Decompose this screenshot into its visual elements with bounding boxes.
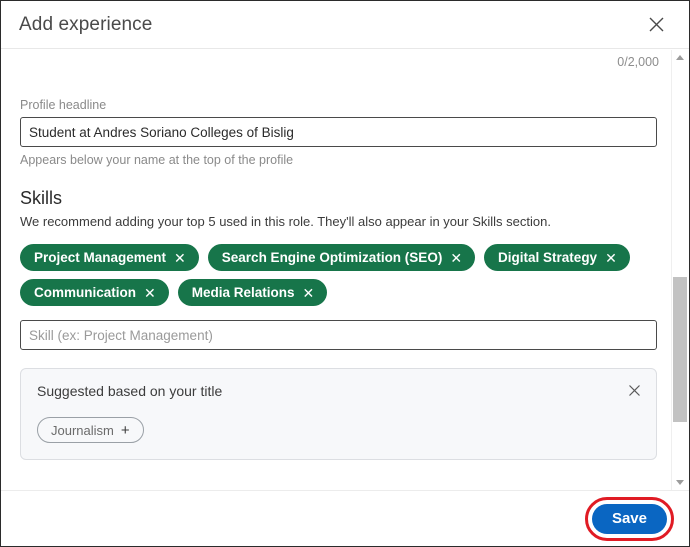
character-counter: 0/2,000 [617, 55, 659, 69]
vertical-scrollbar[interactable] [671, 50, 688, 490]
remove-skill-icon[interactable]: ✕ [174, 251, 186, 265]
skill-pill[interactable]: Media Relations ✕ [177, 279, 328, 306]
page-title: Add experience [19, 13, 153, 35]
skill-pill-label: Communication [34, 285, 137, 300]
skill-pill-label: Digital Strategy [498, 250, 598, 265]
close-icon[interactable] [643, 12, 669, 38]
skills-section: Skills We recommend adding your top 5 us… [20, 188, 657, 350]
skill-pill[interactable]: Digital Strategy ✕ [484, 244, 630, 271]
suggested-chip-list: Journalism + [37, 401, 642, 443]
add-skill-icon[interactable]: + [121, 423, 130, 438]
save-button-wrapper: Save [584, 496, 674, 541]
suggested-skills-panel: Suggested based on your title Journalism… [20, 368, 657, 460]
skills-description: We recommend adding your top 5 used in t… [20, 214, 551, 229]
dialog-footer: Save [1, 490, 689, 546]
dialog-header: Add experience [1, 1, 689, 49]
profile-headline-hint: Appears below your name at the top of th… [20, 153, 294, 167]
skill-pill-label: Search Engine Optimization (SEO) [221, 250, 443, 265]
remove-skill-icon[interactable]: ✕ [144, 286, 156, 300]
chevron-up-icon[interactable] [672, 50, 688, 65]
add-experience-dialog: Add experience 0/2,000 Profile headline … [0, 0, 690, 547]
skill-pill-label: Project Management [34, 250, 167, 265]
dialog-body: 0/2,000 Profile headline Appears below y… [1, 50, 671, 490]
save-button[interactable]: Save [591, 503, 667, 534]
skill-pill-list: Project Management ✕ Search Engine Optim… [20, 244, 657, 306]
suggested-skill-chip[interactable]: Journalism + [37, 417, 144, 443]
skill-pill-label: Media Relations [191, 285, 295, 300]
skill-pill[interactable]: Search Engine Optimization (SEO) ✕ [207, 244, 476, 271]
skill-pill[interactable]: Project Management ✕ [20, 244, 199, 271]
remove-skill-icon[interactable]: ✕ [450, 251, 462, 265]
remove-skill-icon[interactable]: ✕ [303, 286, 315, 300]
profile-headline-label: Profile headline [20, 98, 107, 112]
suggested-skill-label: Journalism [51, 422, 114, 438]
skills-heading: Skills [20, 188, 63, 208]
scrollbar-thumb[interactable] [673, 277, 687, 422]
skill-pill[interactable]: Communication ✕ [20, 279, 169, 306]
chevron-down-icon[interactable] [672, 475, 688, 490]
skill-pill-row: Project Management ✕ Search Engine Optim… [20, 244, 657, 271]
suggested-box: Suggested based on your title Journalism… [20, 368, 657, 460]
skill-pill-row: Communication ✕ Media Relations ✕ [20, 279, 657, 306]
profile-headline-section: Profile headline Appears below your name… [20, 98, 657, 167]
remove-skill-icon[interactable]: ✕ [605, 251, 617, 265]
profile-headline-input[interactable] [20, 117, 657, 147]
close-icon[interactable] [624, 380, 644, 400]
skill-input[interactable] [20, 320, 657, 350]
suggested-title: Suggested based on your title [37, 383, 223, 399]
